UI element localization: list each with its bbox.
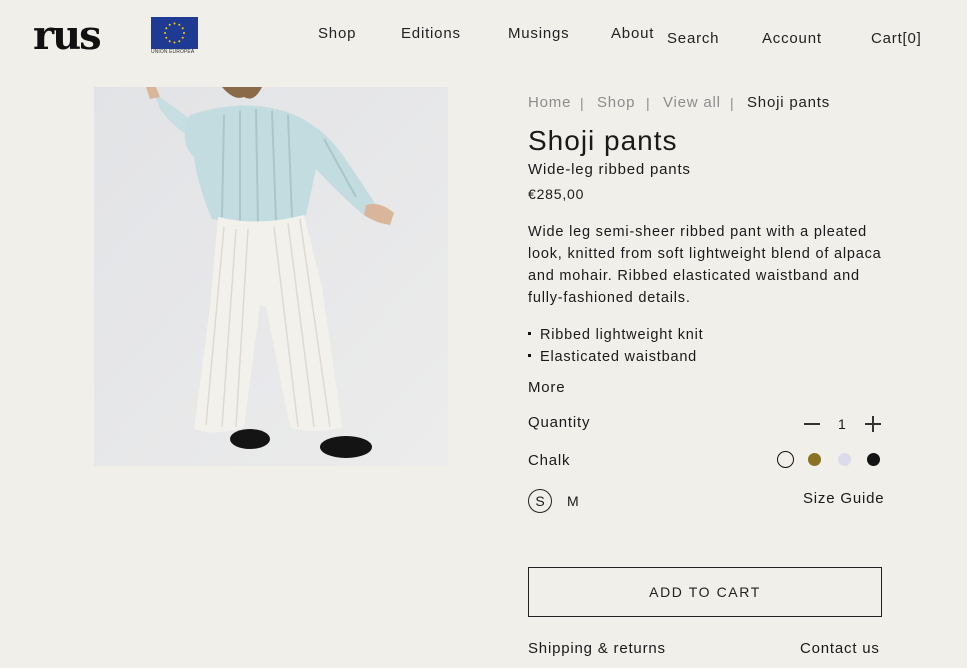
nav-about[interactable]: About bbox=[611, 25, 654, 43]
more-link[interactable]: More bbox=[528, 379, 565, 397]
feature-list: Ribbed lightweight knit Elasticated wais… bbox=[528, 324, 704, 368]
swatch-black[interactable] bbox=[867, 453, 880, 466]
logo[interactable]: rus bbox=[33, 14, 102, 58]
quantity-value: 1 bbox=[838, 416, 846, 432]
nav-search[interactable]: Search bbox=[667, 30, 719, 48]
size-option-s[interactable]: S bbox=[528, 489, 552, 513]
nav-account[interactable]: Account bbox=[762, 30, 822, 48]
decrease-quantity-button[interactable] bbox=[804, 423, 820, 425]
eu-flag-icon bbox=[151, 17, 198, 49]
size-option-m[interactable]: M bbox=[567, 492, 579, 510]
feature-item: Ribbed lightweight knit bbox=[528, 324, 704, 346]
breadcrumb-current: Shoji pants bbox=[747, 94, 831, 111]
color-name: Chalk bbox=[528, 452, 571, 469]
product-subtitle: Wide-leg ribbed pants bbox=[528, 161, 691, 178]
nav-musings[interactable]: Musings bbox=[508, 25, 569, 43]
swatch-chalk-fill bbox=[780, 454, 791, 465]
shipping-returns-link[interactable]: Shipping & returns bbox=[528, 640, 666, 658]
size-guide-link[interactable]: Size Guide bbox=[803, 490, 884, 508]
breadcrumb-view-all[interactable]: View all bbox=[663, 94, 721, 112]
nav-editions[interactable]: Editions bbox=[401, 25, 461, 43]
add-to-cart-button[interactable]: ADD TO CART bbox=[528, 567, 882, 617]
breadcrumb-shop[interactable]: Shop bbox=[597, 94, 635, 112]
contact-us-link[interactable]: Contact us bbox=[800, 640, 880, 658]
swatch-chalk[interactable] bbox=[777, 451, 794, 468]
nav-cart[interactable]: Cart[0] bbox=[871, 30, 922, 48]
product-title: Shoji pants bbox=[528, 125, 678, 156]
product-image[interactable] bbox=[94, 87, 448, 466]
feature-item: Elasticated waistband bbox=[528, 346, 704, 368]
nav-shop[interactable]: Shop bbox=[318, 25, 356, 43]
product-price: €285,00 bbox=[528, 186, 585, 202]
eu-flag-logo: UNIÓN EUROPEA bbox=[151, 17, 198, 57]
quantity-label: Quantity bbox=[528, 414, 591, 431]
swatch-lilac[interactable] bbox=[838, 453, 851, 466]
breadcrumb-separator: | bbox=[580, 95, 584, 111]
product-description: Wide leg semi-sheer ribbed pant with a p… bbox=[528, 224, 882, 306]
breadcrumb-separator: | bbox=[730, 95, 734, 111]
eu-caption: UNIÓN EUROPEA bbox=[151, 49, 195, 55]
breadcrumb-separator: | bbox=[646, 95, 650, 111]
increase-quantity-button[interactable] bbox=[865, 416, 881, 432]
breadcrumb-home[interactable]: Home bbox=[528, 94, 571, 112]
swatch-olive[interactable] bbox=[808, 453, 821, 466]
